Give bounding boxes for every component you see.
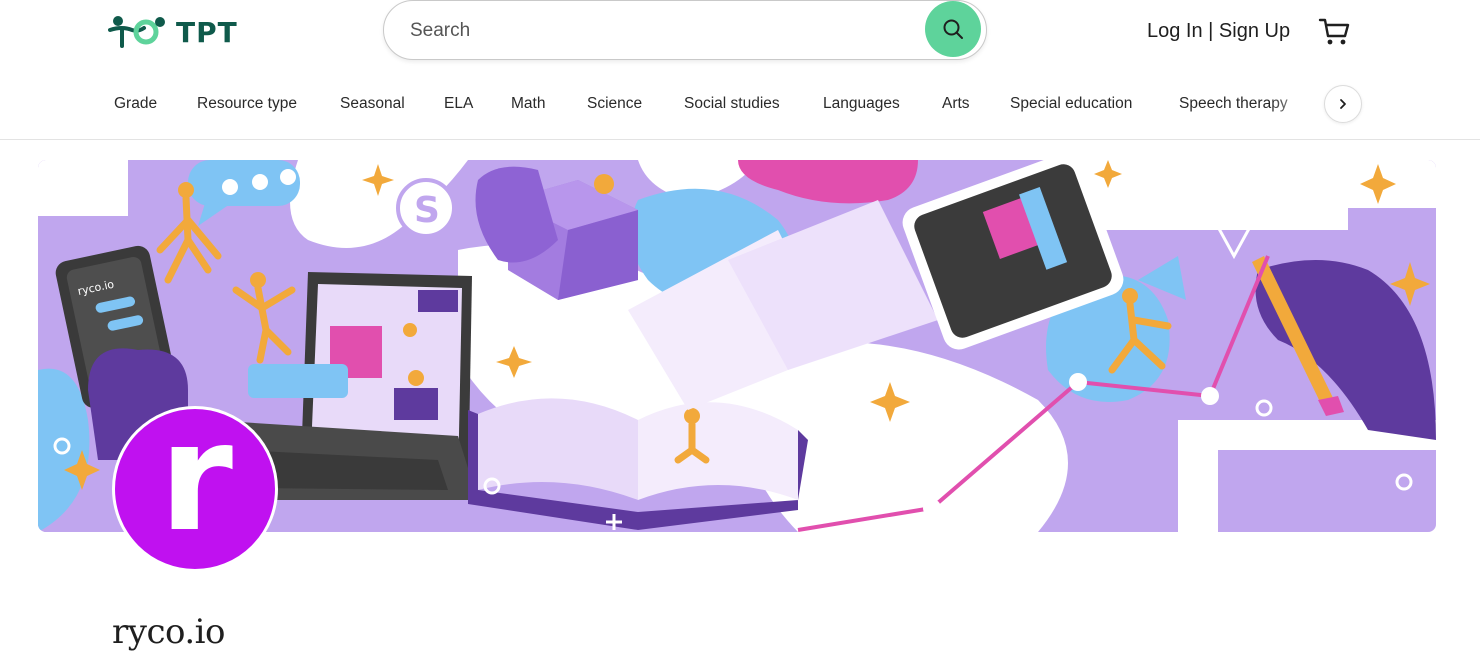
nav-item-grade[interactable]: Grade xyxy=(114,95,157,113)
cart-button[interactable] xyxy=(1318,16,1350,48)
nav-next-button[interactable] xyxy=(1324,85,1362,123)
nav-item-social-studies[interactable]: Social studies xyxy=(684,95,780,113)
tpt-logo[interactable]: TPT xyxy=(108,12,238,52)
svg-text:S: S xyxy=(414,190,440,231)
nav-item-ela[interactable]: ELA xyxy=(444,95,473,113)
nav-fade xyxy=(1270,88,1320,124)
cart-icon xyxy=(1318,18,1350,45)
nav-item-math[interactable]: Math xyxy=(511,95,545,113)
pi-symbol: π xyxy=(618,331,632,356)
store-name: ryco.io xyxy=(112,612,226,652)
tpt-logo-icon xyxy=(108,16,165,48)
avatar-letter: r xyxy=(159,406,233,565)
nav-item-arts[interactable]: Arts xyxy=(942,95,970,113)
search-input[interactable] xyxy=(410,15,910,47)
search-button[interactable] xyxy=(925,1,981,57)
logo-text: TPT xyxy=(176,15,238,49)
login-signup-link[interactable]: Log In | Sign Up xyxy=(1147,20,1290,43)
store-avatar: r xyxy=(112,406,278,572)
nav-item-science[interactable]: Science xyxy=(587,95,642,113)
nav-item-seasonal[interactable]: Seasonal xyxy=(340,95,405,113)
chevron-right-icon xyxy=(1340,99,1346,109)
search-icon xyxy=(943,19,963,39)
nav-item-languages[interactable]: Languages xyxy=(823,95,900,113)
nav-item-special-education[interactable]: Special education xyxy=(1010,95,1132,113)
search-bar xyxy=(383,0,987,60)
category-nav: Grade Resource type Seasonal ELA Math Sc… xyxy=(0,78,1480,140)
nav-item-resource-type[interactable]: Resource type xyxy=(197,95,297,113)
